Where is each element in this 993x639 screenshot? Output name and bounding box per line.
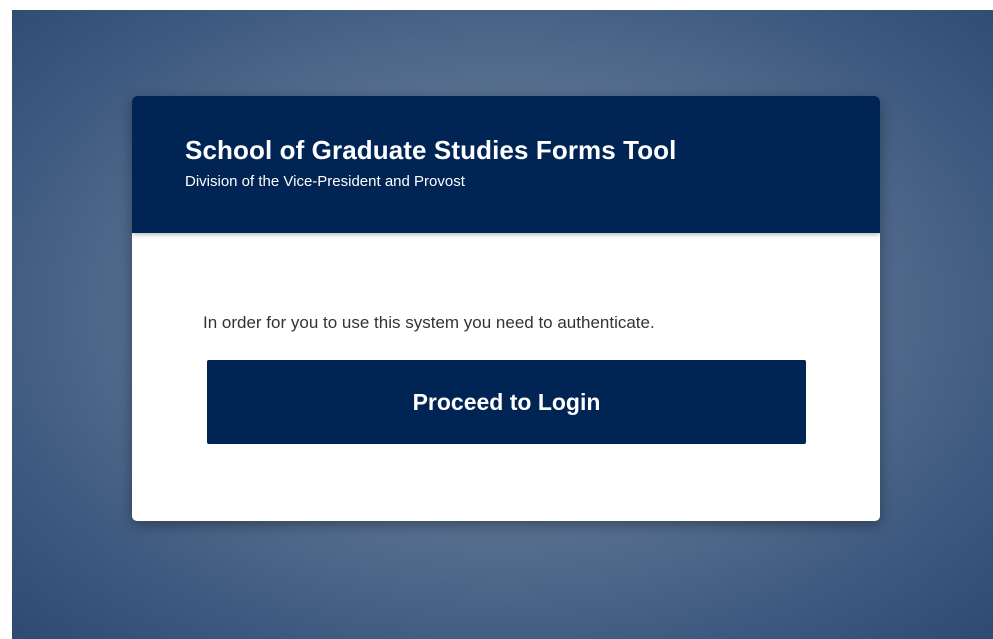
- auth-message: In order for you to use this system you …: [203, 313, 655, 332]
- app-subtitle: Division of the Vice-President and Provo…: [185, 173, 465, 190]
- page-background: School of Graduate Studies Forms Tool Di…: [12, 10, 993, 639]
- login-card: School of Graduate Studies Forms Tool Di…: [132, 96, 880, 521]
- app-title: School of Graduate Studies Forms Tool: [185, 135, 677, 165]
- card-header: School of Graduate Studies Forms Tool Di…: [132, 96, 880, 233]
- card-body: In order for you to use this system you …: [132, 233, 880, 444]
- proceed-to-login-button[interactable]: Proceed to Login: [207, 360, 806, 444]
